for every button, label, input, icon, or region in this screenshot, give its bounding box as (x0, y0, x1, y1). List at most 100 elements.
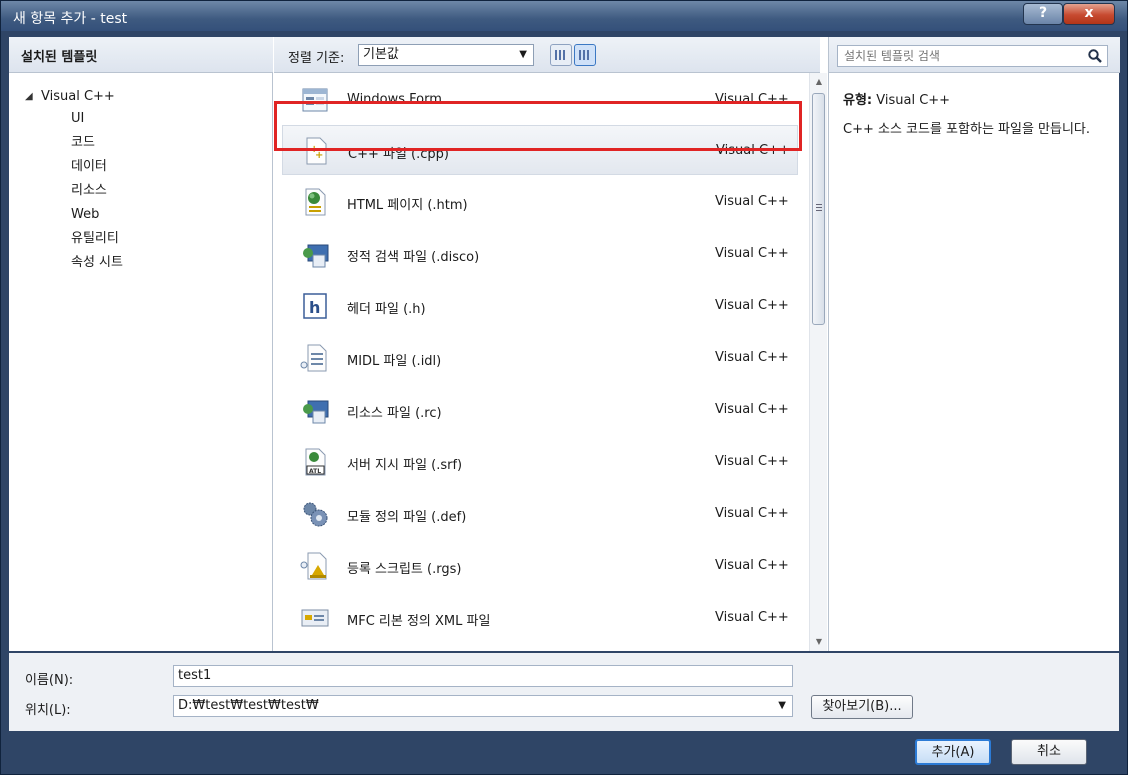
tree-item-utility[interactable]: 유틸리티 (25, 227, 123, 251)
template-list-scrollbar[interactable]: ▲ ▼ (809, 73, 827, 651)
def-file-icon (303, 502, 328, 527)
dropdown-arrow-icon[interactable]: ▼ (778, 696, 786, 716)
list-item[interactable]: HTML 페이지 (.htm) Visual C++ (282, 177, 798, 227)
item-name: 헤더 파일 (.h) (347, 302, 426, 317)
scroll-up-arrow-icon[interactable]: ▲ (810, 73, 828, 91)
item-options-panel: 이름(N): test1 위치(L): D:₩test₩test₩test₩ ▼… (9, 653, 1119, 773)
srf-file-icon: ATL (305, 448, 326, 476)
list-view-icon (579, 50, 591, 60)
svg-text:+: + (315, 150, 323, 161)
template-tree-pane: 설치된 템플릿 ◢ Visual C++ UI 코드 데이터 리소스 Web 유… (9, 37, 273, 651)
dialog-body: 설치된 템플릿 ◢ Visual C++ UI 코드 데이터 리소스 Web 유… (9, 37, 1120, 651)
help-button[interactable]: ? (1023, 3, 1063, 25)
item-language: Visual C++ (715, 454, 789, 469)
grip-icon (816, 204, 822, 212)
tree-item-code[interactable]: 코드 (25, 131, 123, 155)
item-language: Visual C++ (715, 92, 789, 107)
template-info-pane: 유형: Visual C++ C++ 소스 코드를 포함하는 파일을 만듭니다. (828, 37, 1120, 651)
list-item[interactable]: 리소스 파일 (.rc) Visual C++ (282, 385, 798, 435)
rgs-file-icon (300, 552, 327, 580)
close-button[interactable]: x (1063, 3, 1115, 25)
item-name: 등록 스크립트 (.rgs) (347, 562, 462, 577)
item-name: Windows Form (347, 92, 442, 107)
template-search-box[interactable] (837, 45, 1108, 67)
list-item[interactable]: ATL 서버 지시 파일 (.srf) Visual C++ (282, 437, 798, 487)
item-name: MIDL 파일 (.idl) (347, 354, 442, 369)
add-new-item-dialog: 새 항목 추가 - test ? x 설치된 템플릿 ◢ Visual C++ … (0, 0, 1128, 775)
search-header (829, 37, 1120, 73)
template-type-row: 유형: Visual C++ (843, 89, 950, 108)
list-item[interactable]: 모듈 정의 파일 (.def) Visual C++ (282, 489, 798, 539)
dropdown-arrow-icon: ▼ (519, 49, 527, 60)
window-title: 새 항목 추가 - test (13, 11, 128, 27)
item-language: Visual C++ (715, 194, 789, 209)
list-view-button[interactable] (574, 44, 596, 66)
template-description: C++ 소스 코드를 포함하는 파일을 만듭니다. (843, 122, 1091, 137)
scrollbar-thumb[interactable] (812, 93, 825, 325)
tree-item-label: Visual C++ (41, 88, 115, 104)
item-name: HTML 페이지 (.htm) (347, 198, 468, 213)
cancel-button[interactable]: 취소 (1011, 739, 1087, 765)
small-icons-icon (555, 50, 567, 60)
ribbon-xml-icon (301, 609, 329, 627)
template-search-input[interactable] (838, 46, 1078, 66)
scroll-down-arrow-icon[interactable]: ▼ (810, 633, 828, 651)
item-name: MFC 리본 정의 XML 파일 (347, 614, 491, 629)
name-field[interactable]: test1 (173, 665, 793, 687)
list-item[interactable]: Windows Form Visual C++ (282, 75, 798, 125)
list-item[interactable]: MFC 리본 정의 XML 파일 Visual C++ (282, 593, 798, 643)
list-item[interactable]: h 헤더 파일 (.h) Visual C++ (282, 281, 798, 331)
disco-file-icon (303, 244, 329, 268)
type-value: Visual C++ (876, 93, 951, 108)
list-item[interactable]: 등록 스크립트 (.rgs) Visual C++ (282, 541, 798, 591)
header-file-icon: h (303, 293, 327, 319)
search-icon[interactable] (1087, 48, 1103, 64)
location-label: 위치(L): (25, 703, 71, 718)
item-name: 서버 지시 파일 (.srf) (347, 458, 463, 473)
item-language: Visual C++ (715, 506, 789, 521)
svg-text:h: h (309, 298, 320, 317)
list-item[interactable]: 정적 검색 파일 (.disco) Visual C++ (282, 229, 798, 279)
item-language: Visual C++ (716, 143, 790, 158)
item-name: 모듈 정의 파일 (.def) (347, 510, 467, 525)
name-label: 이름(N): (25, 673, 74, 688)
template-list: Windows Form Visual C++ + + C++ 파일 (.cpp… (274, 73, 820, 651)
installed-templates-title: 설치된 템플릿 (21, 50, 98, 65)
add-button[interactable]: 추가(A) (915, 739, 991, 765)
template-tree: ◢ Visual C++ UI 코드 데이터 리소스 Web 유틸리티 속성 시… (25, 85, 123, 275)
tree-item-property-sheet[interactable]: 속성 시트 (25, 251, 123, 275)
browse-button[interactable]: 찾아보기(B)... (811, 695, 913, 719)
item-language: Visual C++ (715, 558, 789, 573)
item-language: Visual C++ (715, 402, 789, 417)
list-item[interactable]: MIDL 파일 (.idl) Visual C++ (282, 333, 798, 383)
windows-form-icon (302, 88, 328, 112)
installed-templates-header: 설치된 템플릿 (9, 37, 273, 73)
item-name: 정적 검색 파일 (.disco) (347, 250, 480, 265)
midl-file-icon (300, 344, 327, 372)
item-name: 리소스 파일 (.rc) (347, 406, 442, 421)
tree-item-web[interactable]: Web (25, 203, 123, 227)
tree-item-ui[interactable]: UI (25, 107, 123, 131)
title-bar[interactable]: 새 항목 추가 - test ? x (1, 1, 1127, 31)
html-page-icon (305, 188, 326, 216)
name-value: test1 (178, 668, 212, 683)
expand-arrow-icon[interactable]: ◢ (25, 91, 41, 102)
sort-toolbar: 정렬 기준: 기본값 ▼ (274, 37, 820, 73)
svg-text:ATL: ATL (309, 468, 321, 475)
sort-value: 기본값 (363, 47, 399, 62)
location-value: D:₩test₩test₩test₩ (178, 698, 319, 713)
tree-item-visual-cpp[interactable]: ◢ Visual C++ (25, 85, 123, 107)
location-combobox[interactable]: D:₩test₩test₩test₩ ▼ (173, 695, 793, 717)
item-language: Visual C++ (715, 298, 789, 313)
item-language: Visual C++ (715, 246, 789, 261)
sort-dropdown[interactable]: 기본값 ▼ (358, 44, 534, 66)
resource-file-icon (303, 400, 329, 424)
tree-item-resources[interactable]: 리소스 (25, 179, 123, 203)
sort-label: 정렬 기준: (288, 51, 345, 66)
item-language: Visual C++ (715, 350, 789, 365)
tree-item-data[interactable]: 데이터 (25, 155, 123, 179)
dialog-button-bar: 추가(A) 취소 (9, 731, 1119, 773)
item-language: Visual C++ (715, 610, 789, 625)
list-item-selected[interactable]: + + C++ 파일 (.cpp) Visual C++ (282, 125, 798, 175)
small-icons-view-button[interactable] (550, 44, 572, 66)
